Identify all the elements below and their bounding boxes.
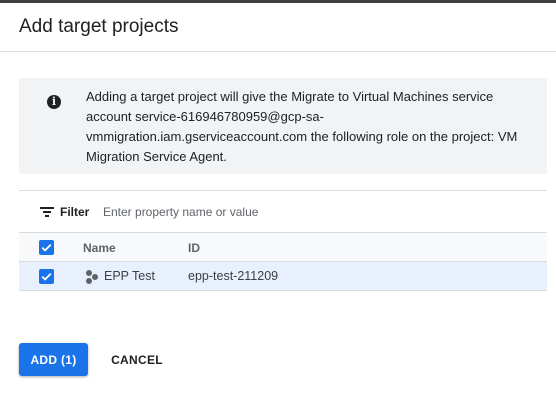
row-checkbox[interactable]	[39, 269, 54, 284]
project-name-cell: EPP Test	[104, 269, 155, 283]
table-header-row: Name ID	[19, 233, 547, 262]
checkmark-icon	[41, 243, 52, 252]
info-message: Adding a target project will give the Mi…	[86, 89, 518, 164]
filter-label: Filter	[60, 205, 90, 219]
info-icon: i	[47, 95, 61, 109]
projects-table: Filter Name ID EPP Test epp-test-211209	[19, 190, 547, 291]
filter-input[interactable]	[103, 201, 403, 223]
project-id-cell: epp-test-211209	[188, 269, 279, 283]
add-button[interactable]: ADD (1)	[19, 343, 88, 376]
filter-bar: Filter	[19, 191, 547, 233]
filter-list-icon[interactable]	[40, 207, 54, 218]
column-header-id[interactable]: ID	[188, 241, 200, 255]
info-banner: i Adding a target project will give the …	[19, 78, 547, 174]
project-icon	[86, 270, 98, 284]
table-row[interactable]: EPP Test epp-test-211209	[19, 262, 547, 291]
checkmark-icon	[41, 272, 52, 281]
cancel-button[interactable]: CANCEL	[100, 343, 174, 376]
column-header-name[interactable]: Name	[83, 241, 116, 255]
window-top-bar	[0, 0, 556, 3]
title-divider	[0, 51, 556, 52]
select-all-checkbox[interactable]	[39, 240, 54, 255]
dialog-title: Add target projects	[19, 16, 179, 37]
